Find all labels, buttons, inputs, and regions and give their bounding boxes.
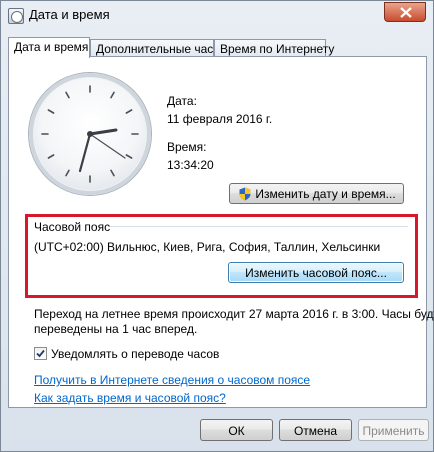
minute-hand <box>78 132 92 173</box>
tab-additional-clocks-label: Дополнительные часы <box>96 42 222 56</box>
hour-hand <box>88 128 118 136</box>
date-value: 11 февраля 2016 г. <box>167 112 273 126</box>
second-hand <box>89 133 126 159</box>
time-value: 13:34:20 <box>167 158 214 172</box>
title-bar[interactable]: Дата и время <box>1 1 433 31</box>
analog-clock <box>29 73 151 195</box>
date-label: Дата: <box>167 94 197 108</box>
checkmark-icon <box>36 349 45 358</box>
date-time-dialog: Дата и время Дата и время Дополнительные… <box>0 0 434 452</box>
notify-checkbox-label[interactable]: Уведомлять о переводе часов <box>51 347 219 361</box>
close-icon <box>400 7 412 18</box>
uac-shield-icon <box>239 187 251 201</box>
change-date-time-button[interactable]: Изменить дату и время... <box>229 183 404 204</box>
cancel-button[interactable]: Отмена <box>279 419 352 441</box>
tab-internet-time-label: Время по Интернету <box>220 42 335 56</box>
tab-date-time-label: Дата и время <box>14 40 89 54</box>
highlight-box <box>25 214 418 298</box>
tab-additional-clocks[interactable]: Дополнительные часы <box>90 39 222 57</box>
how-to-set-link[interactable]: Как задать время и часовой пояс? <box>34 391 226 405</box>
apply-button[interactable]: Применить <box>358 419 429 441</box>
cancel-label: Отмена <box>293 424 338 438</box>
timezone-info-link[interactable]: Получить в Интернете сведения о часовом … <box>34 373 310 387</box>
window-title: Дата и время <box>29 7 110 22</box>
ok-label: ОК <box>228 424 245 438</box>
clock-app-icon <box>8 8 24 24</box>
dst-note-line1: Переход на летнее время происходит 27 ма… <box>34 307 434 321</box>
tab-date-time[interactable]: Дата и время <box>8 37 90 58</box>
notify-checkbox[interactable] <box>34 347 47 360</box>
apply-label: Применить <box>362 424 425 438</box>
clock-face <box>41 85 139 183</box>
close-button[interactable] <box>384 2 426 22</box>
tab-internet-time[interactable]: Время по Интернету <box>214 39 334 57</box>
ok-button[interactable]: ОК <box>200 419 273 441</box>
dst-note-line2: переведены на 1 час вперед. <box>34 322 198 336</box>
time-label: Время: <box>167 140 207 154</box>
change-date-time-label: Изменить дату и время... <box>255 187 396 201</box>
